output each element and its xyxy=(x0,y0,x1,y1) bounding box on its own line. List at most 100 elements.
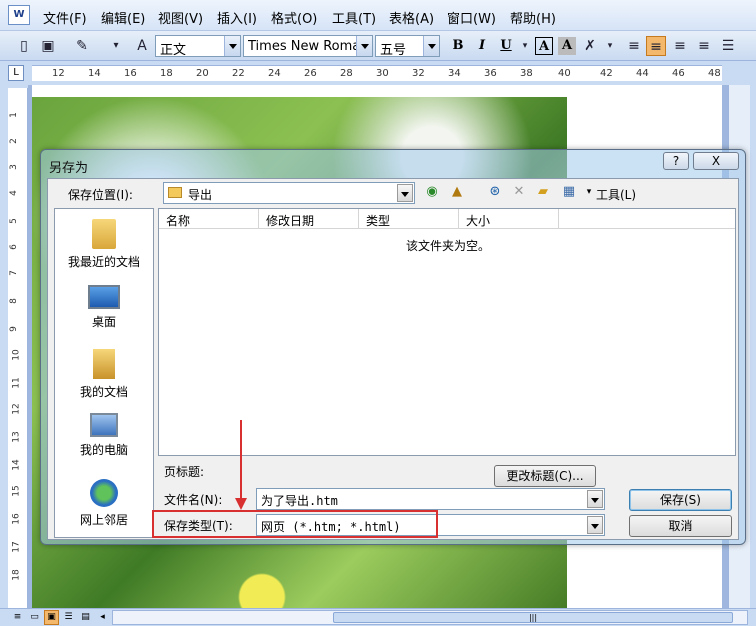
char-border-button[interactable]: A xyxy=(535,37,553,55)
save-in-combo[interactable]: 导出 xyxy=(163,182,415,204)
view-bar: ≡ ▭ ▣ ☰ ▤ ◂ ||| xyxy=(0,608,756,626)
ruler-tick: 30 xyxy=(376,68,389,79)
char-shading-button[interactable]: A xyxy=(558,37,576,55)
ruler-tick: 42 xyxy=(600,68,613,79)
print-view-icon[interactable]: ▣ xyxy=(44,610,59,625)
search-web-icon[interactable]: ⊛ xyxy=(486,183,504,201)
menu-help[interactable]: 帮助(H) xyxy=(510,8,556,27)
place-recent[interactable]: 我最近的文档 xyxy=(55,219,153,270)
save-icon[interactable]: ▣ xyxy=(38,36,58,56)
format-painter-icon[interactable]: ✎ xyxy=(72,36,92,56)
up-folder-icon[interactable]: ▲ xyxy=(448,183,466,201)
italic-button[interactable]: I xyxy=(473,37,491,55)
save-as-dialog: 另存为 ? X 保存位置(I): 导出 ◉ ▲ ⊛ ✕ ▰ ▦ ▾ 工具(L) … xyxy=(40,149,746,545)
horizontal-ruler: L 12 14 16 18 20 22 24 26 28 30 32 34 36… xyxy=(0,61,756,85)
vruler-tick: 2 xyxy=(8,138,19,144)
chevron-down-icon[interactable] xyxy=(224,36,240,56)
menu-table[interactable]: 表格(A) xyxy=(389,8,434,27)
scroll-left-icon[interactable]: ◂ xyxy=(95,610,110,625)
char-scale-dropdown-icon[interactable]: ▾ xyxy=(600,36,620,56)
new-document-icon[interactable]: ▯ xyxy=(14,36,34,56)
my-computer-icon xyxy=(90,413,118,437)
ruler-tick: 36 xyxy=(484,68,497,79)
menu-file[interactable]: 文件(F) xyxy=(43,8,87,27)
menu-insert[interactable]: 插入(I) xyxy=(217,8,257,27)
menu-edit[interactable]: 编辑(E) xyxy=(101,8,145,27)
column-header-modified[interactable]: 修改日期 xyxy=(259,209,359,229)
normal-view-icon[interactable]: ≡ xyxy=(10,610,25,625)
ruler-tick: 26 xyxy=(304,68,317,79)
styles-pane-icon[interactable]: A xyxy=(132,36,152,56)
cancel-button[interactable]: 取消 xyxy=(629,515,732,537)
ruler-tick: 46 xyxy=(672,68,685,79)
align-center-icon[interactable]: ≡ xyxy=(670,36,690,56)
menu-view[interactable]: 视图(V) xyxy=(158,8,203,27)
save-button[interactable]: 保存(S) xyxy=(629,489,732,511)
chevron-down-icon[interactable] xyxy=(397,184,413,202)
bold-button[interactable]: B xyxy=(449,37,467,55)
chevron-down-icon[interactable] xyxy=(587,516,603,534)
save-in-value: 导出 xyxy=(188,188,213,202)
char-scale-icon[interactable]: ✗ xyxy=(580,36,600,56)
ruler-tick: 44 xyxy=(636,68,649,79)
desktop-icon xyxy=(88,285,120,309)
chevron-down-icon[interactable] xyxy=(423,36,439,56)
column-header-name[interactable]: 名称 xyxy=(159,209,259,229)
vruler-tick: 14 xyxy=(11,459,22,471)
place-my-computer[interactable]: 我的电脑 xyxy=(55,413,153,458)
vruler-tick: 17 xyxy=(11,541,22,553)
change-title-button[interactable]: 更改标题(C)... xyxy=(494,465,596,487)
delete-icon[interactable]: ✕ xyxy=(510,183,528,201)
tools-menu[interactable]: 工具(L) xyxy=(596,186,636,203)
dialog-title: 另存为 xyxy=(49,161,89,176)
filename-label: 文件名(N): xyxy=(164,493,223,507)
views-icon[interactable]: ▦ xyxy=(560,183,578,201)
menu-bar: W 文件(F) 编辑(E) 视图(V) 插入(I) 格式(O) 工具(T) 表格… xyxy=(0,0,756,31)
chevron-down-icon[interactable] xyxy=(587,490,603,508)
menu-tools[interactable]: 工具(T) xyxy=(332,8,376,27)
toolbar-options-icon[interactable]: ▾ xyxy=(106,36,126,56)
close-button[interactable]: X xyxy=(693,152,739,170)
menu-format[interactable]: 格式(O) xyxy=(271,8,317,27)
align-right-icon[interactable]: ≡ xyxy=(694,36,714,56)
underline-dropdown-icon[interactable]: ▾ xyxy=(515,36,535,56)
chevron-down-icon[interactable] xyxy=(356,36,372,56)
place-network[interactable]: 网上邻居 xyxy=(55,479,153,528)
ruler-bar[interactable]: 12 14 16 18 20 22 24 26 28 30 32 34 36 3… xyxy=(32,65,722,81)
vertical-ruler[interactable]: 1 2 3 4 5 6 7 8 9 10 11 12 13 14 15 16 1… xyxy=(8,88,28,608)
ruler-tick: 28 xyxy=(340,68,353,79)
size-combo[interactable]: 五号 xyxy=(375,35,440,58)
place-my-documents[interactable]: 我的文档 xyxy=(55,349,153,400)
underline-button[interactable]: U xyxy=(497,37,515,55)
horizontal-scrollbar[interactable]: ||| xyxy=(112,610,748,625)
place-desktop[interactable]: 桌面 xyxy=(55,285,153,330)
justify-icon[interactable]: ≡ xyxy=(646,36,666,56)
place-label: 我最近的文档 xyxy=(67,255,140,269)
scroll-thumb[interactable]: ||| xyxy=(333,612,733,623)
style-combo[interactable]: 正文 xyxy=(155,35,241,58)
vruler-tick: 10 xyxy=(11,349,22,361)
web-view-icon[interactable]: ▭ xyxy=(27,610,42,625)
menu-window[interactable]: 窗口(W) xyxy=(447,8,496,27)
file-list[interactable]: 名称 修改日期 类型 大小 该文件夹为空。 xyxy=(158,208,736,456)
column-header-type[interactable]: 类型 xyxy=(359,209,459,229)
outline-view-icon[interactable]: ☰ xyxy=(61,610,76,625)
vruler-tick: 5 xyxy=(8,218,19,224)
distributed-icon[interactable]: ☰ xyxy=(718,36,738,56)
help-button[interactable]: ? xyxy=(663,152,689,170)
align-left-icon[interactable]: ≡ xyxy=(624,36,644,56)
vruler-tick: 3 xyxy=(8,164,19,170)
new-folder-icon[interactable]: ▰ xyxy=(534,183,552,201)
reading-view-icon[interactable]: ▤ xyxy=(78,610,93,625)
tab-selector[interactable]: L xyxy=(8,65,24,81)
font-combo[interactable]: Times New Roman xyxy=(243,35,373,57)
places-bar: 我最近的文档 桌面 我的文档 我的电脑 网上邻居 xyxy=(54,208,154,538)
vruler-tick: 11 xyxy=(11,377,22,389)
word-app-icon[interactable]: W xyxy=(8,5,30,25)
back-icon[interactable]: ◉ xyxy=(423,183,441,201)
size-combo-value: 五号 xyxy=(380,43,407,58)
vruler-tick: 12 xyxy=(11,403,22,415)
filename-field[interactable]: 为了导出.htm xyxy=(256,488,605,510)
vruler-tick: 18 xyxy=(11,569,22,581)
column-header-size[interactable]: 大小 xyxy=(459,209,559,229)
